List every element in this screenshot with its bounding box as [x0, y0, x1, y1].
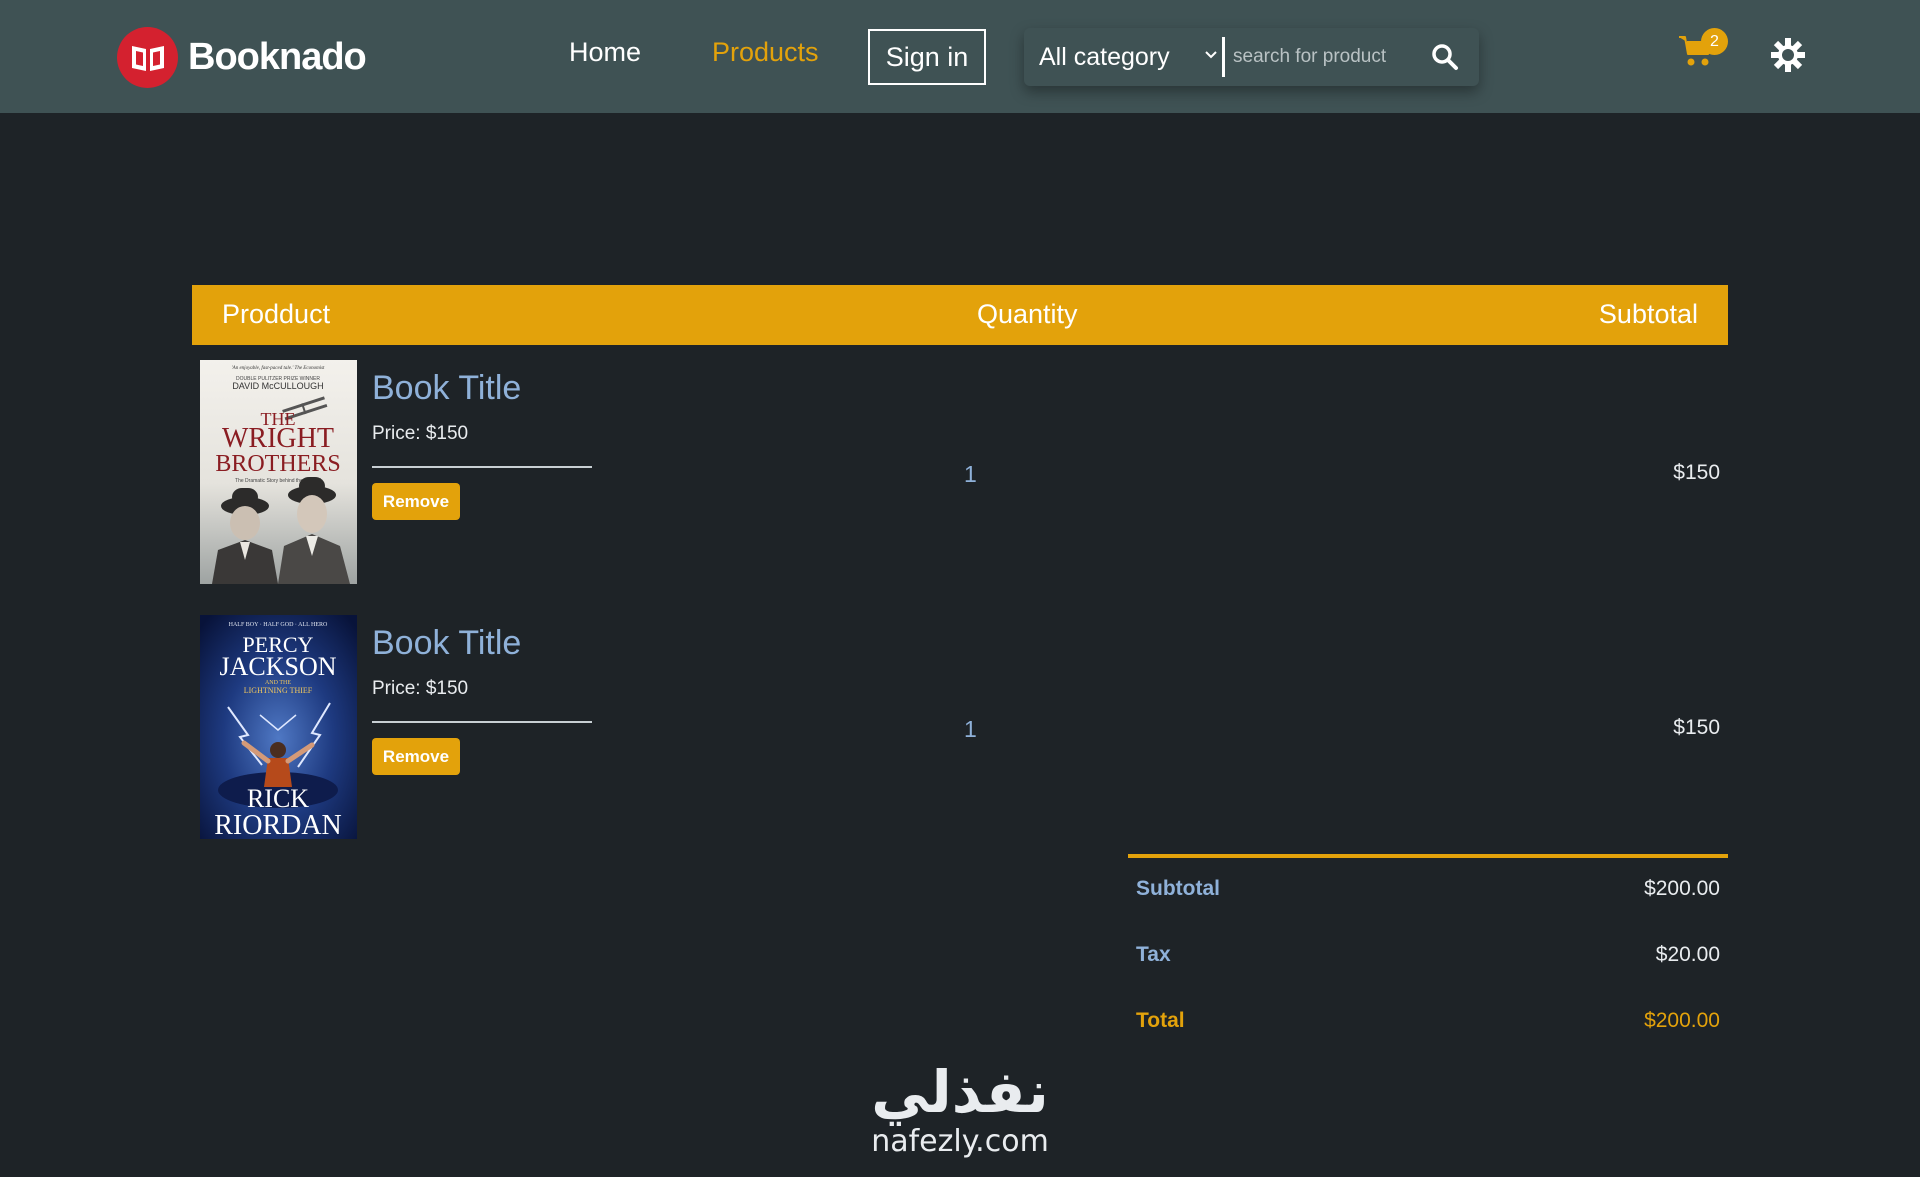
- watermark: نفذلي nafezly.com: [850, 1060, 1070, 1175]
- remove-button[interactable]: Remove: [372, 738, 460, 775]
- watermark-arabic: نفذلي: [871, 1058, 1049, 1126]
- cart-item: HALF BOY · HALF GOD · ALL HERO PERCY JAC…: [192, 610, 1728, 850]
- book-cover-wright-brothers[interactable]: 'An enjoyable, fast-paced tale.' The Eco…: [200, 360, 357, 584]
- total-value: $200.00: [1644, 1009, 1720, 1032]
- svg-text:RIORDAN: RIORDAN: [214, 810, 342, 839]
- book-cover-percy-jackson[interactable]: HALF BOY · HALF GOD · ALL HERO PERCY JAC…: [200, 615, 357, 839]
- totals-subtotal-row: Subtotal $200.00: [1128, 877, 1728, 907]
- svg-text:BROTHERS: BROTHERS: [215, 451, 340, 477]
- tax-value: $20.00: [1655, 943, 1720, 966]
- svg-text:JACKSON: JACKSON: [219, 652, 336, 681]
- sign-in-button[interactable]: Sign in: [868, 29, 986, 85]
- svg-text:WRIGHT: WRIGHT: [222, 423, 334, 454]
- cart-table-header: Prodduct Quantity Subtotal: [192, 285, 1728, 345]
- svg-text:RICK: RICK: [247, 784, 309, 813]
- item-quantity[interactable]: 1: [964, 461, 977, 488]
- remove-button[interactable]: Remove: [372, 483, 460, 520]
- totals-total-row: Total $200.00: [1128, 1009, 1728, 1039]
- item-subtotal: $150: [1673, 716, 1720, 739]
- svg-text:'An enjoyable, fast-paced tale: 'An enjoyable, fast-paced tale.' The Eco…: [232, 366, 325, 371]
- svg-text:HALF BOY · HALF GOD · ALL HERO: HALF BOY · HALF GOD · ALL HERO: [229, 622, 328, 628]
- item-title[interactable]: Book Title: [372, 624, 521, 663]
- category-select-value: All category: [1039, 42, 1170, 71]
- item-price: Price: $150: [372, 423, 469, 444]
- svg-text:LIGHTNING THIEF: LIGHTNING THIEF: [244, 686, 313, 695]
- header-product: Prodduct: [222, 299, 331, 329]
- brand-name: Booknado: [188, 36, 367, 78]
- nav-home[interactable]: Home: [569, 37, 641, 68]
- chevron-down-icon: [1205, 51, 1217, 59]
- item-quantity[interactable]: 1: [964, 716, 977, 743]
- brand[interactable]: Booknado: [117, 27, 367, 88]
- sun-icon[interactable]: [1771, 38, 1805, 72]
- search-bar: All category: [1024, 28, 1479, 86]
- cart-item: 'An enjoyable, fast-paced tale.' The Eco…: [192, 355, 1728, 595]
- tax-label: Tax: [1136, 943, 1171, 966]
- item-title[interactable]: Book Title: [372, 369, 521, 408]
- search-icon[interactable]: [1431, 43, 1459, 71]
- item-subtotal: $150: [1673, 461, 1720, 484]
- item-price: Price: $150: [372, 678, 469, 699]
- subtotal-label: Subtotal: [1136, 877, 1220, 900]
- svg-text:DAVID McCULLOUGH: DAVID McCULLOUGH: [232, 381, 323, 391]
- category-select[interactable]: All category: [1024, 28, 1222, 86]
- open-book-icon: [117, 27, 178, 88]
- navbar: Booknado Home Products Sign in All categ…: [0, 0, 1920, 113]
- totals-tax-row: Tax $20.00: [1128, 943, 1728, 973]
- cart-count-badge: 2: [1701, 28, 1728, 55]
- item-divider: [372, 466, 592, 468]
- nav-products[interactable]: Products: [712, 37, 819, 68]
- totals-divider: [1128, 854, 1728, 858]
- item-divider: [372, 721, 592, 723]
- subtotal-value: $200.00: [1644, 877, 1720, 900]
- header-subtotal: Subtotal: [1598, 299, 1698, 329]
- watermark-latin: nafezly.com: [871, 1124, 1049, 1159]
- total-label: Total: [1136, 1009, 1185, 1032]
- header-quantity: Quantity: [977, 299, 1078, 329]
- search-input[interactable]: [1225, 28, 1425, 86]
